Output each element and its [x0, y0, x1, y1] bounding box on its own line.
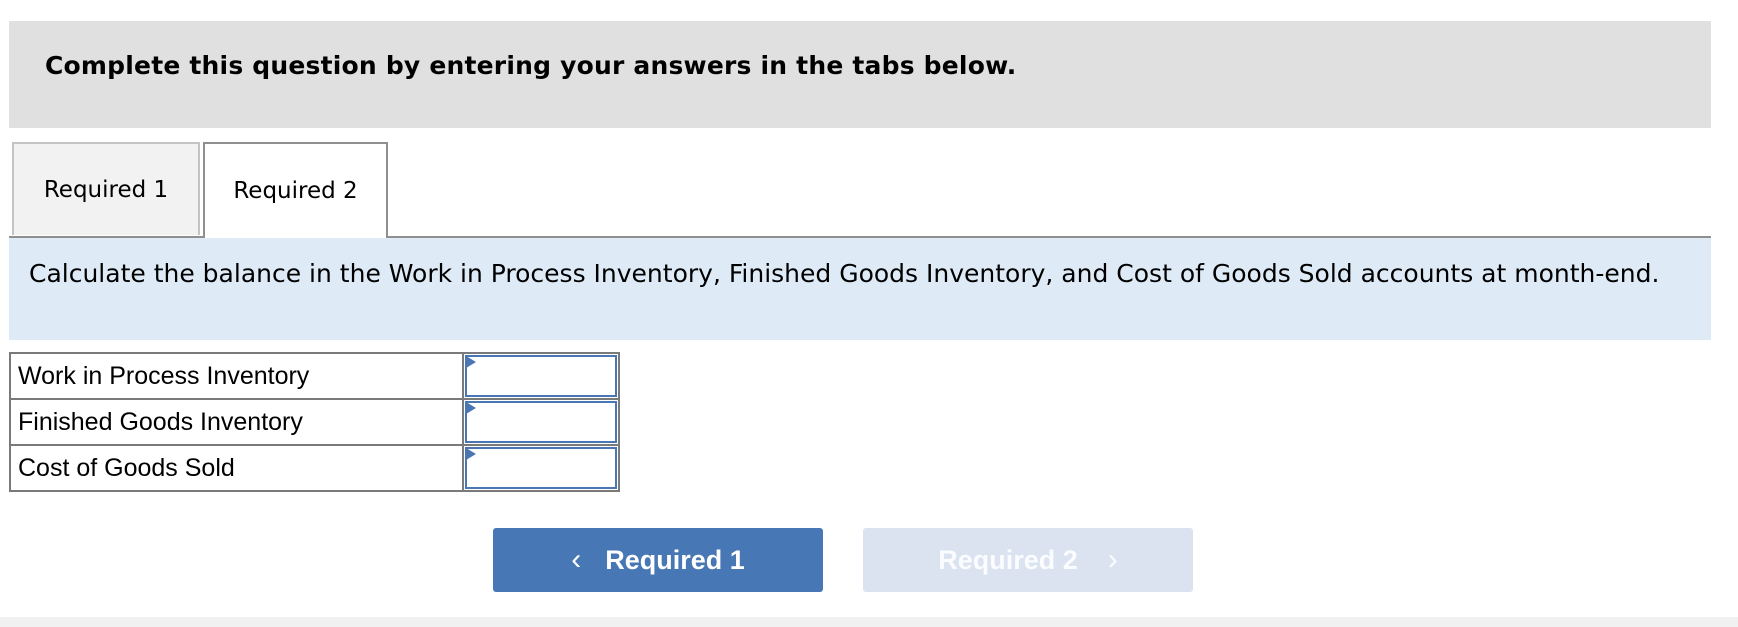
next-required-2-button[interactable]: Required 2 ›	[863, 528, 1193, 592]
row-label: Finished Goods Inventory	[9, 398, 464, 446]
row-label: Cost of Goods Sold	[9, 444, 464, 492]
previous-required-1-button[interactable]: ‹ Required 1	[493, 528, 823, 592]
work-in-process-input[interactable]	[465, 355, 617, 397]
tab-label: Required 1	[43, 176, 169, 203]
question-header: Complete this question by entering your …	[9, 21, 1711, 128]
instruction-text: Calculate the balance in the Work in Pro…	[29, 259, 1660, 288]
table-row: Finished Goods Inventory	[9, 398, 620, 446]
input-cell	[462, 352, 620, 400]
tab-required-2[interactable]: Required 2	[203, 142, 388, 238]
question-header-title: Complete this question by entering your …	[45, 51, 1017, 80]
footer-divider	[0, 617, 1738, 627]
tab-label: Required 2	[233, 178, 358, 204]
finished-goods-input[interactable]	[465, 401, 617, 443]
table-row: Work in Process Inventory	[9, 352, 620, 400]
cost-of-goods-sold-input[interactable]	[465, 447, 617, 489]
table-row: Cost of Goods Sold	[9, 444, 620, 492]
input-cell	[462, 398, 620, 446]
row-label: Work in Process Inventory	[9, 352, 464, 400]
instruction-panel: Calculate the balance in the Work in Pro…	[9, 238, 1711, 340]
button-label: Required 1	[605, 544, 745, 575]
input-cell	[462, 444, 620, 492]
button-label: Required 2	[938, 544, 1078, 575]
chevron-left-icon: ‹	[571, 543, 582, 576]
chevron-right-icon: ›	[1107, 543, 1118, 576]
answer-table: Work in Process Inventory Finished Goods…	[9, 352, 620, 492]
tab-required-1[interactable]: Required 1	[12, 142, 200, 235]
